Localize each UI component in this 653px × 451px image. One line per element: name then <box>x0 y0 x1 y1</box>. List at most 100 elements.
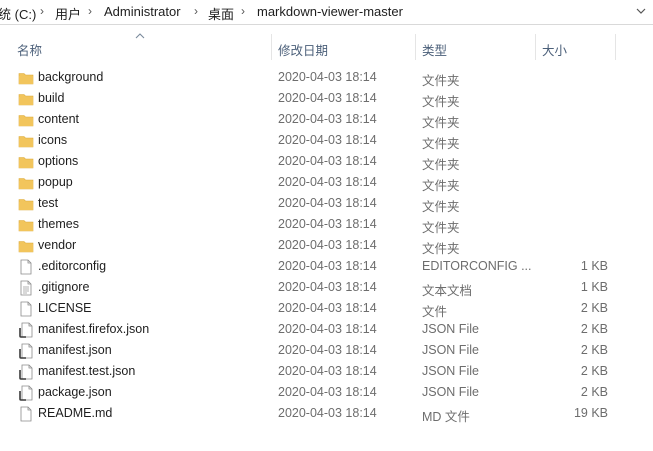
file-name: .editorconfig <box>38 259 107 273</box>
column-divider[interactable] <box>415 34 416 60</box>
file-name: package.json <box>38 385 112 399</box>
file-type: MD 文件 <box>422 410 470 424</box>
file-modified-date: 2020-04-03 18:14 <box>278 406 377 420</box>
folder-icon <box>18 154 34 170</box>
chevron-down-icon[interactable] <box>635 5 647 17</box>
breadcrumb-current-folder[interactable]: markdown-viewer-master <box>257 4 403 19</box>
file-name: icons <box>38 133 68 147</box>
breadcrumb-drive[interactable]: 统 (C:) <box>0 4 36 23</box>
json-file-icon <box>18 343 34 359</box>
file-modified-date: 2020-04-03 18:14 <box>278 364 377 378</box>
file-modified-date: 2020-04-03 18:14 <box>278 301 377 315</box>
column-divider[interactable] <box>615 34 616 60</box>
file-size: 2 KB <box>580 301 608 315</box>
column-header-type[interactable]: 类型 <box>422 40 447 59</box>
file-type: 文件夹 <box>422 116 460 130</box>
file-row[interactable]: README.md 2020-04-03 18:14 MD 文件 19 KB <box>0 403 653 424</box>
file-row[interactable]: popup 2020-04-03 18:14 文件夹 <box>0 172 653 193</box>
file-modified-date: 2020-04-03 18:14 <box>278 112 377 126</box>
file-type: EDITORCONFIG ... <box>422 259 532 273</box>
column-divider[interactable] <box>271 34 272 60</box>
file-name: content <box>38 112 80 126</box>
folder-icon <box>18 217 34 233</box>
file-modified-date: 2020-04-03 18:14 <box>278 154 377 168</box>
file-modified-date: 2020-04-03 18:14 <box>278 343 377 357</box>
file-name: LICENSE <box>38 301 92 315</box>
file-name: manifest.firefox.json <box>38 322 150 336</box>
file-size: 2 KB <box>580 343 608 357</box>
chevron-right-icon[interactable]: › <box>40 4 44 18</box>
file-type: JSON File <box>422 343 479 357</box>
file-row[interactable]: .editorconfig 2020-04-03 18:14 EDITORCONFI… <box>0 256 653 277</box>
file-modified-date: 2020-04-03 18:14 <box>278 259 377 273</box>
file-modified-date: 2020-04-03 18:14 <box>278 91 377 105</box>
file-modified-date: 2020-04-03 18:14 <box>278 385 377 399</box>
file-name: manifest.json <box>38 343 112 357</box>
column-header-date[interactable]: 修改日期 <box>278 40 328 59</box>
file-type: 文件夹 <box>422 200 460 214</box>
file-name: README.md <box>38 406 113 420</box>
file-type: 文本文档 <box>422 284 473 298</box>
chevron-right-icon[interactable]: › <box>194 4 198 18</box>
file-modified-date: 2020-04-03 18:14 <box>278 133 377 147</box>
file-name: options <box>38 154 79 168</box>
file-row[interactable]: LICENSE 2020-04-03 18:14 文件 2 KB <box>0 298 653 319</box>
file-name: .gitignore <box>38 280 90 294</box>
file-type: JSON File <box>422 364 479 378</box>
file-modified-date: 2020-04-03 18:14 <box>278 217 377 231</box>
file-row[interactable]: vendor 2020-04-03 18:14 文件夹 <box>0 235 653 256</box>
file-name: manifest.test.json <box>38 364 136 378</box>
file-size: 2 KB <box>580 385 608 399</box>
file-type: 文件夹 <box>422 74 460 88</box>
file-size: 19 KB <box>573 406 608 420</box>
file-row[interactable]: .gitignore 2020-04-03 18:14 文本文档 1 KB <box>0 277 653 298</box>
file-type: 文件夹 <box>422 179 460 193</box>
file-type: 文件夹 <box>422 95 460 109</box>
file-row[interactable]: package.json 2020-04-03 18:14 JSON File 2 K… <box>0 382 653 403</box>
folder-icon <box>18 91 34 107</box>
column-divider[interactable] <box>535 34 536 60</box>
file-size: 2 KB <box>580 322 608 336</box>
file-row[interactable]: options 2020-04-03 18:14 文件夹 <box>0 151 653 172</box>
file-modified-date: 2020-04-03 18:14 <box>278 70 377 84</box>
folder-icon <box>18 175 34 191</box>
file-type: 文件夹 <box>422 137 460 151</box>
json-file-icon <box>18 385 34 401</box>
folder-icon <box>18 238 34 254</box>
file-row[interactable]: icons 2020-04-03 18:14 文件夹 <box>0 130 653 151</box>
file-type: 文件夹 <box>422 221 460 235</box>
file-row[interactable]: manifest.firefox.json 2020-04-03 18:14 JSO… <box>0 319 653 340</box>
json-file-icon <box>18 364 34 380</box>
file-modified-date: 2020-04-03 18:14 <box>278 175 377 189</box>
file-name: vendor <box>38 238 77 252</box>
chevron-right-icon[interactable]: › <box>241 4 245 18</box>
chevron-right-icon[interactable]: › <box>88 4 92 18</box>
column-header-size[interactable]: 大小 <box>542 40 567 59</box>
breadcrumb-administrator[interactable]: Administrator <box>104 4 181 19</box>
file-row[interactable]: manifest.json 2020-04-03 18:14 JSON File 2 … <box>0 340 653 361</box>
file-row[interactable]: manifest.test.json 2020-04-03 18:14 JSON F… <box>0 361 653 382</box>
file-row[interactable]: test 2020-04-03 18:14 文件夹 <box>0 193 653 214</box>
file-name: themes <box>38 217 79 231</box>
file-name: background <box>38 70 104 84</box>
file-name: build <box>38 91 65 105</box>
column-header-name[interactable]: 名称 <box>17 40 42 59</box>
file-row[interactable]: content 2020-04-03 18:14 文件夹 <box>0 109 653 130</box>
folder-icon <box>18 112 34 128</box>
folder-icon <box>18 196 34 212</box>
text-file-icon <box>18 280 34 296</box>
address-bar[interactable]: 统 (C:) › 用户 › Administrator › 桌面 › markd… <box>0 0 653 25</box>
file-modified-date: 2020-04-03 18:14 <box>278 280 377 294</box>
file-row[interactable]: themes 2020-04-03 18:14 文件夹 <box>0 214 653 235</box>
breadcrumb-users[interactable]: 用户 <box>55 4 81 23</box>
file-icon <box>18 406 34 422</box>
breadcrumb-desktop[interactable]: 桌面 <box>208 4 234 23</box>
file-type: JSON File <box>422 385 479 399</box>
file-type: 文件夹 <box>422 158 460 172</box>
file-row[interactable]: background 2020-04-03 18:14 文件夹 <box>0 67 653 88</box>
json-file-icon <box>18 322 34 338</box>
file-modified-date: 2020-04-03 18:14 <box>278 238 377 252</box>
sort-ascending-icon <box>135 33 145 39</box>
file-row[interactable]: build 2020-04-03 18:14 文件夹 <box>0 88 653 109</box>
folder-icon <box>18 133 34 149</box>
